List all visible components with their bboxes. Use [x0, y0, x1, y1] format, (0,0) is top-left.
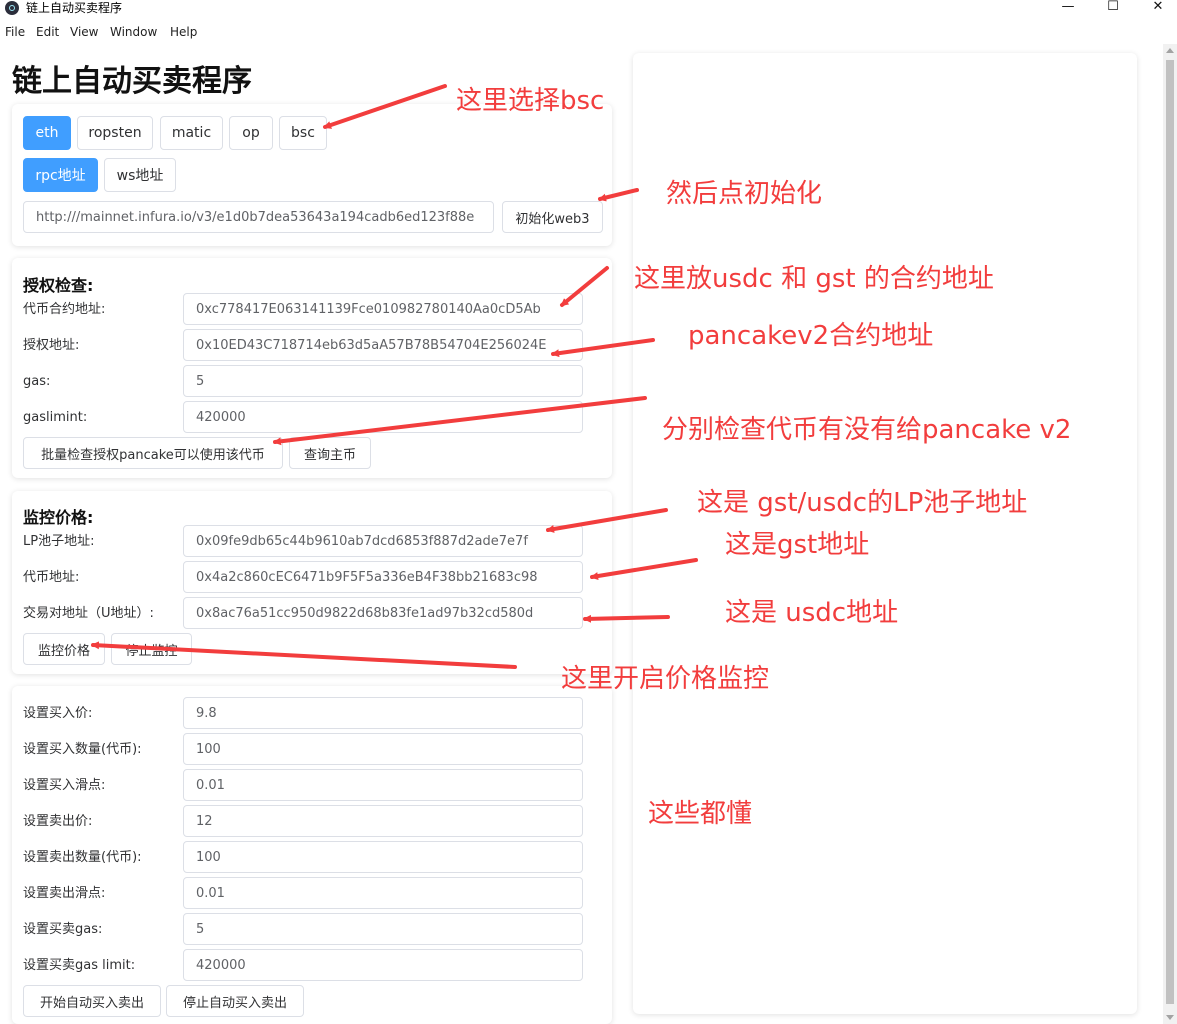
annotation-lp-pool: 这是 gst/usdc的LP池子地址	[697, 488, 1028, 518]
spender-address-label: 授权地址:	[23, 338, 80, 353]
chain-button-bsc[interactable]: bsc	[279, 116, 327, 150]
annotation-self-explanatory: 这些都懂	[648, 799, 753, 829]
app-icon	[5, 1, 19, 15]
token-contract-label: 代币合约地址:	[23, 302, 106, 317]
start-auto-trade-button[interactable]: 开始自动买入卖出	[23, 985, 161, 1017]
approval-title: 授权检查:	[23, 276, 94, 295]
chain-button-matic[interactable]: matic	[160, 116, 223, 150]
scroll-thumb[interactable]	[1166, 60, 1174, 1004]
stop-monitor-button[interactable]: 停止监控	[111, 633, 192, 665]
menu-view[interactable]: View	[70, 25, 98, 39]
spender-address-input[interactable]: 0x10ED43C718714eb63d5aA57B78B54704E25602…	[183, 329, 583, 361]
start-monitor-button[interactable]: 监控价格	[23, 633, 105, 665]
annotation-check-approval: 分别检查代币有没有给pancake v2	[662, 415, 1072, 445]
sell-slippage-input[interactable]: 0.01	[183, 877, 583, 909]
scrollbar[interactable]	[1163, 44, 1177, 1024]
sell-price-label: 设置卖出价:	[23, 814, 93, 829]
monitor-title: 监控价格:	[23, 508, 94, 527]
sell-slippage-label: 设置卖出滑点:	[23, 886, 106, 901]
scroll-up-arrow-icon[interactable]	[1166, 48, 1174, 53]
menu-help[interactable]: Help	[170, 25, 197, 39]
token-address-label: 代币地址:	[23, 570, 80, 585]
window-title: 链上自动买卖程序	[26, 1, 123, 15]
menu-file[interactable]: File	[5, 25, 25, 39]
stop-auto-trade-button[interactable]: 停止自动买入卖出	[166, 985, 304, 1017]
buy-amount-input[interactable]: 100	[183, 733, 583, 765]
menu-window[interactable]: Window	[110, 25, 157, 39]
buy-slippage-label: 设置买入滑点:	[23, 778, 106, 793]
query-native-coin-button[interactable]: 查询主币	[289, 437, 371, 469]
window-titlebar: 链上自动买卖程序 — ☐ ✕	[0, 0, 1177, 18]
chain-button-eth[interactable]: eth	[23, 116, 71, 150]
token-contract-input[interactable]: 0xc778417E063141139Fce010982780140Aa0cD5…	[183, 293, 583, 325]
trade-gas-input[interactable]: 5	[183, 913, 583, 945]
buy-slippage-input[interactable]: 0.01	[183, 769, 583, 801]
trade-gas-label: 设置买卖gas:	[23, 922, 103, 937]
init-web3-button[interactable]: 初始化web3	[502, 201, 603, 233]
sell-amount-label: 设置卖出数量(代币):	[23, 850, 142, 865]
rpc-url-button[interactable]: rpc地址	[23, 158, 98, 192]
gas-label: gas:	[23, 374, 51, 389]
annotation-select-bsc: 这里选择bsc	[456, 86, 605, 116]
lp-pool-label: LP池子地址:	[23, 534, 95, 549]
ws-url-button[interactable]: ws地址	[104, 158, 176, 192]
maximize-button[interactable]: ☐	[1090, 0, 1136, 18]
pair-address-input[interactable]: 0x8ac76a51cc950d9822d68b83fe1ad97b32cd58…	[183, 597, 583, 629]
token-address-input[interactable]: 0x4a2c860cEC6471b9F5F5a336eB4F38bb21683c…	[183, 561, 583, 593]
close-button[interactable]: ✕	[1135, 0, 1177, 18]
buy-amount-label: 设置买入数量(代币):	[23, 742, 142, 757]
page-title: 链上自动买卖程序	[12, 64, 252, 99]
minimize-button[interactable]: —	[1045, 0, 1091, 18]
chain-button-op[interactable]: op	[229, 116, 273, 150]
sell-price-input[interactable]: 12	[183, 805, 583, 837]
sell-amount-input[interactable]: 100	[183, 841, 583, 873]
annotation-contract-addresses: 这里放usdc 和 gst 的合约地址	[634, 264, 994, 294]
gas-input[interactable]: 5	[183, 365, 583, 397]
pair-address-label: 交易对地址（U地址）:	[23, 606, 154, 621]
buy-price-input[interactable]: 9.8	[183, 697, 583, 729]
buy-price-label: 设置买入价:	[23, 706, 93, 721]
chain-button-ropsten[interactable]: ropsten	[77, 116, 153, 150]
annotation-usdc-address: 这是 usdc地址	[725, 598, 899, 628]
lp-pool-input[interactable]: 0x09fe9db65c44b9610ab7dcd6853f887d2ade7e…	[183, 525, 583, 557]
trade-gas-limit-label: 设置买卖gas limit:	[23, 958, 136, 973]
annotation-start-monitor: 这里开启价格监控	[561, 664, 770, 694]
trade-gas-limit-input[interactable]: 420000	[183, 949, 583, 981]
gas-limit-input[interactable]: 420000	[183, 401, 583, 433]
scroll-down-arrow-icon[interactable]	[1166, 1015, 1174, 1020]
gas-limit-label: gaslimint:	[23, 410, 88, 425]
menu-edit[interactable]: Edit	[36, 25, 59, 39]
annotation-init: 然后点初始化	[666, 179, 823, 209]
annotation-gst-address: 这是gst地址	[725, 530, 870, 560]
rpc-url-input[interactable]: http:///mainnet.infura.io/v3/e1d0b7dea53…	[23, 201, 494, 233]
batch-check-approval-button[interactable]: 批量检查授权pancake可以使用该代币	[23, 437, 283, 469]
annotation-pancake-contract: pancakev2合约地址	[688, 321, 934, 351]
